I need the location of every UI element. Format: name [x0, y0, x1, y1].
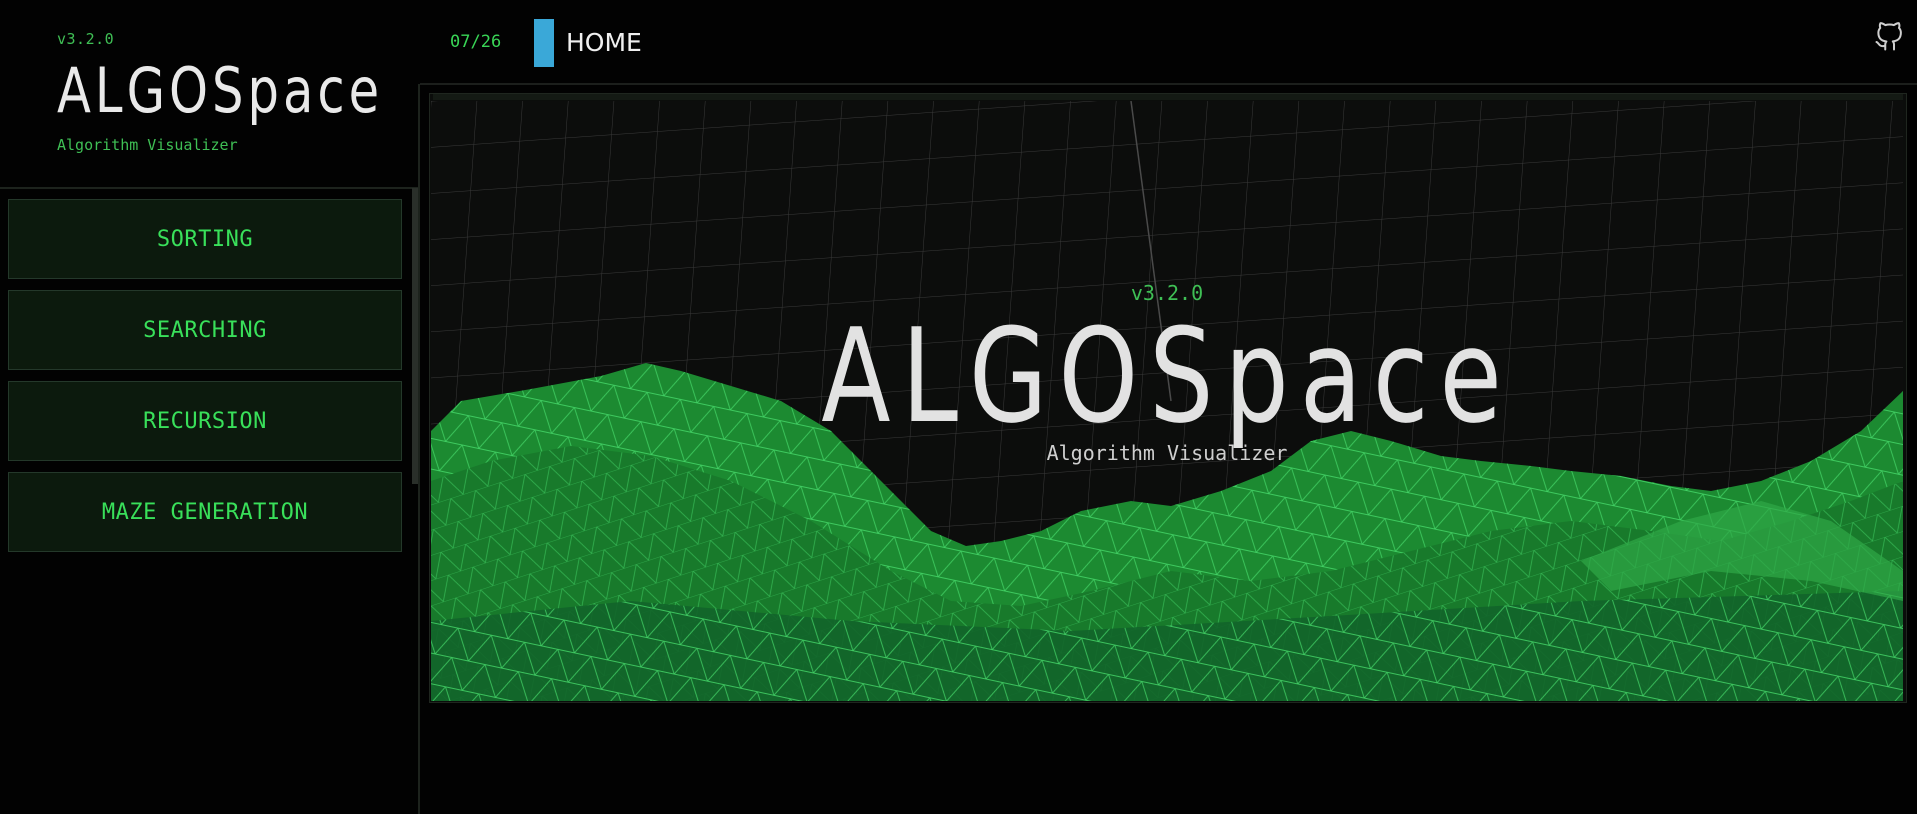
- active-tab-marker: [534, 19, 554, 67]
- sidebar-version: v3.2.0: [57, 30, 115, 48]
- hero-subtitle: Algorithm Visualizer: [1046, 441, 1288, 465]
- hero-frame-topline: [433, 94, 1903, 100]
- sidebar-divider: [0, 187, 418, 189]
- nav-button-maze-generation[interactable]: MAZE GENERATION: [8, 472, 402, 552]
- sidebar-edge: [418, 84, 420, 814]
- nav-button-sorting[interactable]: SORTING: [8, 199, 402, 279]
- header-rule: [420, 83, 1917, 85]
- hero-canvas: v3.2.0 ALGOSpace Algorithm Visualizer: [431, 101, 1903, 701]
- hero-title: ALGOSpace: [821, 300, 1513, 452]
- sidebar-nav: SORTING SEARCHING RECURSION MAZE GENERAT…: [8, 199, 402, 563]
- sidebar-subtitle: Algorithm Visualizer: [57, 136, 238, 154]
- nav-button-recursion[interactable]: RECURSION: [8, 381, 402, 461]
- nav-button-searching[interactable]: SEARCHING: [8, 290, 402, 370]
- sidebar-brand: v3.2.0 ALGOSpace Algorithm Visualizer: [57, 30, 397, 154]
- page-title: HOME: [566, 28, 642, 57]
- page-counter: 07/26: [450, 32, 502, 52]
- github-icon[interactable]: [1874, 22, 1904, 52]
- sidebar-app-title: ALGOSpace: [57, 54, 384, 127]
